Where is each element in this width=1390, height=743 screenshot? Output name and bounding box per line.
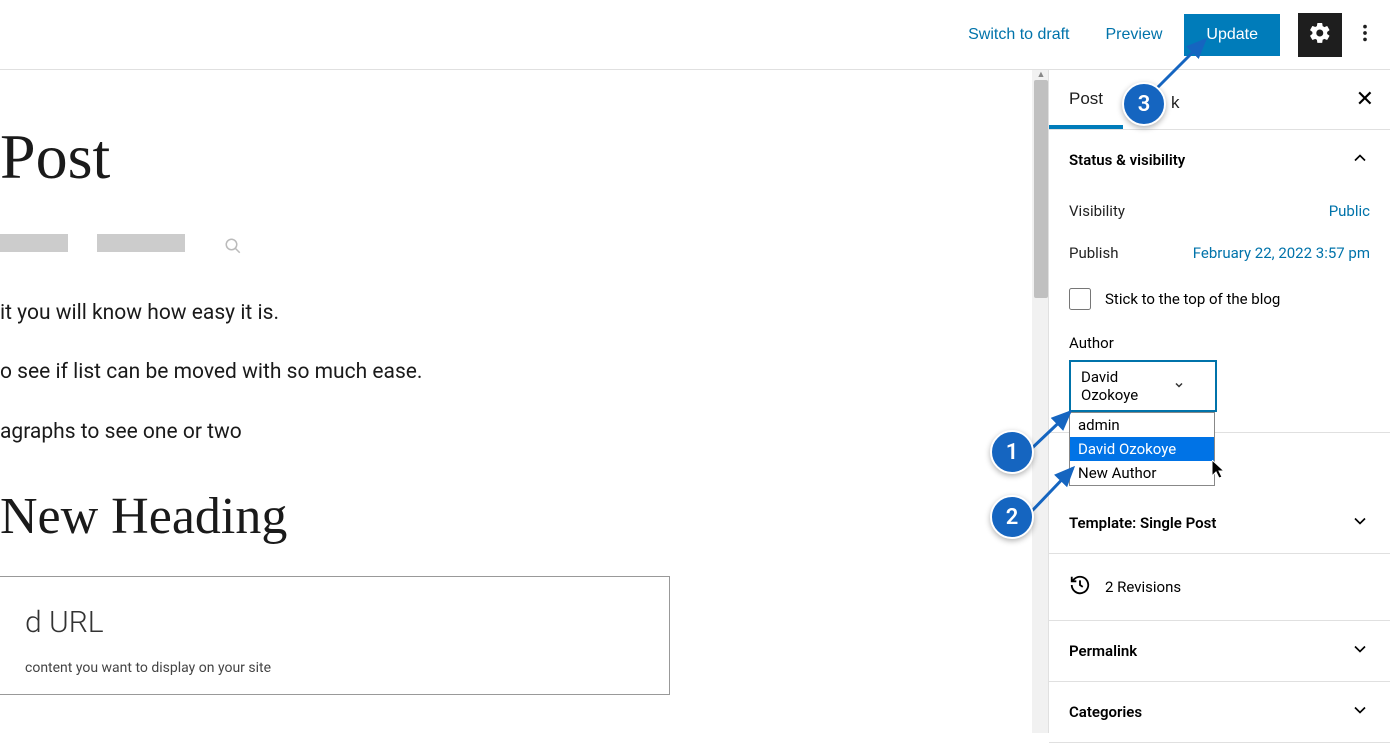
section-title: Template: Single Post — [1069, 514, 1216, 532]
kebab-icon — [1354, 22, 1376, 47]
author-option-new[interactable]: New Author — [1070, 461, 1214, 485]
history-icon — [1069, 574, 1091, 600]
author-label: Author — [1069, 334, 1370, 352]
nav-placeholder-row — [0, 234, 700, 259]
annotation-badge-1: 1 — [990, 430, 1034, 474]
chevron-down-icon — [1350, 511, 1370, 535]
tab-post[interactable]: Post — [1049, 73, 1123, 129]
permalink-header[interactable]: Permalink — [1049, 621, 1390, 681]
publish-date-value[interactable]: February 22, 2022 3:57 pm — [1193, 244, 1370, 262]
nav-placeholder — [97, 234, 185, 252]
chevron-down-icon — [1350, 700, 1370, 724]
visibility-value[interactable]: Public — [1329, 202, 1370, 220]
paragraph-block[interactable]: agraphs to see one or two — [0, 418, 700, 447]
update-button[interactable]: Update — [1184, 14, 1280, 56]
more-options-button[interactable] — [1350, 13, 1380, 57]
template-panel: Template: Single Post — [1049, 493, 1390, 554]
paragraph-block[interactable]: it you will know how easy it is. — [0, 299, 700, 328]
preview-button[interactable]: Preview — [1092, 16, 1177, 54]
close-sidebar-button[interactable]: ✕ — [1356, 86, 1374, 112]
settings-sidebar: Post k ✕ Status & visibility Visibility … — [1048, 70, 1390, 733]
gear-icon — [1308, 21, 1332, 48]
heading-block[interactable]: New Heading — [0, 487, 700, 546]
search-icon[interactable] — [224, 237, 242, 259]
settings-button[interactable] — [1298, 13, 1342, 57]
scrollbar-thumb[interactable] — [1034, 80, 1048, 298]
chevron-up-icon — [1350, 148, 1370, 172]
template-header[interactable]: Template: Single Post — [1049, 493, 1390, 553]
author-dropdown: admin David Ozokoye New Author — [1069, 412, 1215, 486]
stick-to-top-checkbox[interactable] — [1069, 288, 1091, 310]
paragraph-block[interactable]: o see if list can be moved with so much … — [0, 358, 700, 387]
embed-title: d URL — [0, 605, 645, 640]
author-selected-value: David Ozokoye — [1081, 368, 1173, 404]
switch-to-draft-button[interactable]: Switch to draft — [954, 16, 1083, 54]
categories-header[interactable]: Categories — [1049, 682, 1390, 742]
annotation-badge-3: 3 — [1122, 82, 1166, 126]
top-toolbar: Switch to draft Preview Update — [0, 0, 1390, 70]
nav-placeholder — [0, 234, 68, 252]
section-title: Categories — [1069, 703, 1142, 721]
stick-to-top-label: Stick to the top of the blog — [1105, 290, 1280, 308]
cursor-icon — [1212, 460, 1228, 480]
embed-block[interactable]: d URL content you want to display on you… — [0, 576, 670, 695]
close-icon: ✕ — [1356, 86, 1374, 111]
author-select[interactable]: David Ozokoye — [1069, 360, 1217, 412]
section-title: Permalink — [1069, 642, 1137, 660]
revisions-label: 2 Revisions — [1105, 578, 1181, 596]
section-title: Status & visibility — [1069, 151, 1185, 169]
annotation-badge-2: 2 — [990, 495, 1034, 539]
visibility-label: Visibility — [1069, 202, 1125, 220]
publish-label: Publish — [1069, 244, 1118, 262]
editor-canvas[interactable]: Post it you will know how easy it is. o … — [0, 70, 1048, 733]
author-option-admin[interactable]: admin — [1070, 413, 1214, 437]
author-option-david[interactable]: David Ozokoye — [1070, 437, 1214, 461]
post-title[interactable]: Post — [0, 120, 700, 194]
categories-panel: Categories — [1049, 682, 1390, 743]
chevron-down-icon — [1173, 377, 1185, 395]
chevron-down-icon — [1350, 639, 1370, 663]
status-visibility-panel: Status & visibility Visibility Public Pu… — [1049, 130, 1390, 433]
permalink-panel: Permalink — [1049, 621, 1390, 682]
status-visibility-header[interactable]: Status & visibility — [1049, 130, 1390, 190]
embed-description: content you want to display on your site — [0, 660, 645, 676]
revisions-button[interactable]: 2 Revisions — [1049, 554, 1390, 621]
